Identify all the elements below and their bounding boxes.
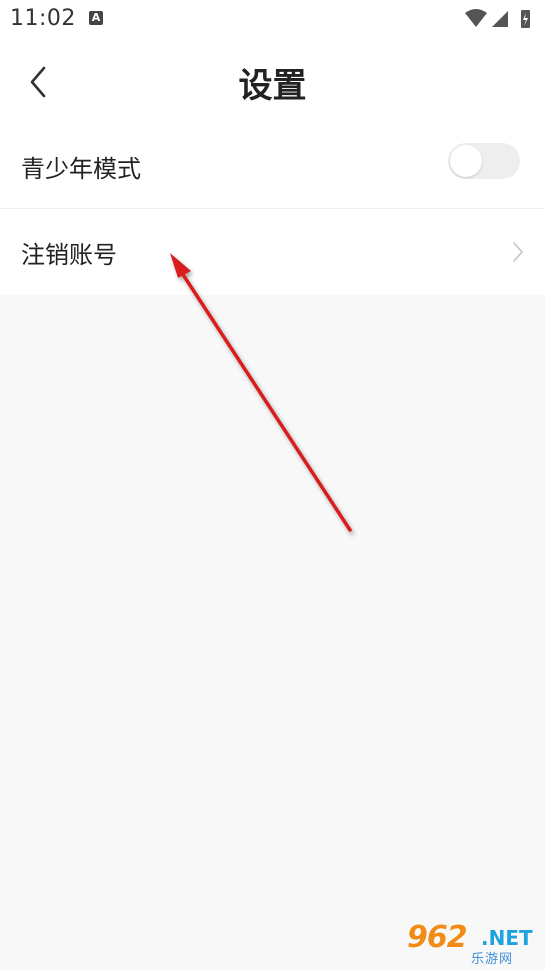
teen-mode-toggle[interactable] xyxy=(448,143,520,179)
watermark-number: 962 xyxy=(407,920,468,955)
toggle-knob xyxy=(450,145,482,177)
watermark-logo: 962 .NET 乐游网 xyxy=(405,920,539,967)
notification-icon: A xyxy=(89,11,103,25)
wifi-icon xyxy=(465,9,487,27)
header: 设置 xyxy=(0,38,545,124)
status-icons xyxy=(465,9,530,28)
setting-label: 注销账号 xyxy=(21,240,117,269)
watermark-caption: 乐游网 xyxy=(471,952,514,967)
watermark-suffix: .NET xyxy=(481,926,533,950)
setting-label: 青少年模式 xyxy=(21,154,141,183)
setting-row-teen-mode: 青少年模式 xyxy=(0,124,545,208)
chevron-right-icon xyxy=(513,242,523,262)
page-title: 设置 xyxy=(238,66,307,106)
status-time: 11:02 xyxy=(10,6,76,31)
setting-row-delete-account[interactable]: 注销账号 xyxy=(0,208,545,295)
signal-icon xyxy=(492,11,508,27)
status-bar: 11:02 A xyxy=(0,0,545,38)
settings-list: 青少年模式 注销账号 xyxy=(0,124,545,295)
